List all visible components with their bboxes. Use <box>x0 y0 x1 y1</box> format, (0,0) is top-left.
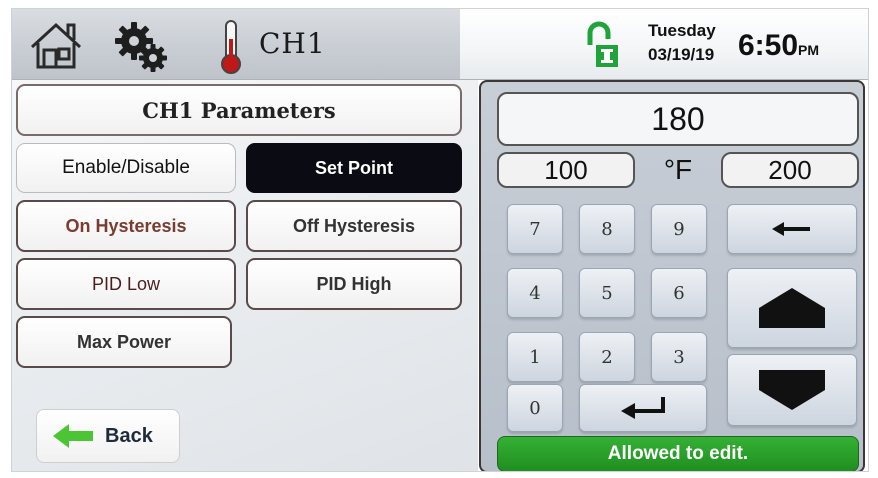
enter-arrow-icon <box>621 397 665 419</box>
enable-disable-button[interactable]: Enable/Disable <box>16 143 236 193</box>
backspace-key[interactable] <box>727 204 857 254</box>
min-value: 100 <box>497 152 635 188</box>
up-arrow-icon <box>759 288 825 328</box>
key-5[interactable]: 5 <box>579 268 635 318</box>
enter-key[interactable] <box>579 384 707 432</box>
back-button[interactable]: Back <box>36 409 180 463</box>
increment-key[interactable] <box>727 268 857 348</box>
unlocked-lock-icon[interactable] <box>586 21 620 69</box>
key-6[interactable]: 6 <box>651 268 707 318</box>
ampm-label: PM <box>798 42 820 58</box>
back-label: Back <box>105 424 153 447</box>
value-display: 180 <box>497 92 859 146</box>
parameters-title: CH1 Parameters <box>16 84 462 136</box>
gear-icon[interactable] <box>112 19 170 75</box>
key-9[interactable]: 9 <box>651 204 707 254</box>
controller-screen: CH1 Tuesday 03/19/19 6:50PM CH1 Paramete… <box>11 8 869 472</box>
pid-low-button[interactable]: PID Low <box>16 258 236 310</box>
backspace-arrow-icon <box>772 222 810 236</box>
down-arrow-icon <box>759 370 825 410</box>
key-2[interactable]: 2 <box>579 332 635 382</box>
back-arrow-icon <box>53 424 93 448</box>
off-hysteresis-button[interactable]: Off Hysteresis <box>246 200 462 252</box>
key-7[interactable]: 7 <box>507 204 563 254</box>
header-bar: CH1 Tuesday 03/19/19 6:50PM <box>12 9 868 80</box>
time-value: 6:50 <box>738 29 799 62</box>
status-area: Tuesday 03/19/19 6:50PM <box>460 9 868 79</box>
on-hysteresis-button[interactable]: On Hysteresis <box>16 200 236 252</box>
day-label: Tuesday <box>648 21 716 40</box>
home-icon[interactable] <box>26 19 86 71</box>
unit-label: °F <box>663 154 693 185</box>
key-4[interactable]: 4 <box>507 268 563 318</box>
edit-status-bar: Allowed to edit. <box>497 436 859 471</box>
keypad-panel: 180 100 °F 200 7 8 9 4 5 6 1 2 3 0 Allow… <box>479 80 865 471</box>
time-label: 6:50PM <box>738 29 819 63</box>
set-point-button[interactable]: Set Point <box>246 143 462 193</box>
decrement-key[interactable] <box>727 354 857 426</box>
pid-high-button[interactable]: PID High <box>246 258 462 310</box>
key-8[interactable]: 8 <box>579 204 635 254</box>
key-0[interactable]: 0 <box>507 384 563 432</box>
key-3[interactable]: 3 <box>651 332 707 382</box>
date-label: 03/19/19 <box>648 45 715 64</box>
key-1[interactable]: 1 <box>507 332 563 382</box>
channel-title: CH1 <box>259 27 326 60</box>
max-power-button[interactable]: Max Power <box>16 316 232 368</box>
thermometer-icon <box>221 20 241 74</box>
parameter-panel: CH1 Parameters Enable/Disable Set Point … <box>12 80 478 471</box>
max-value: 200 <box>721 152 859 188</box>
